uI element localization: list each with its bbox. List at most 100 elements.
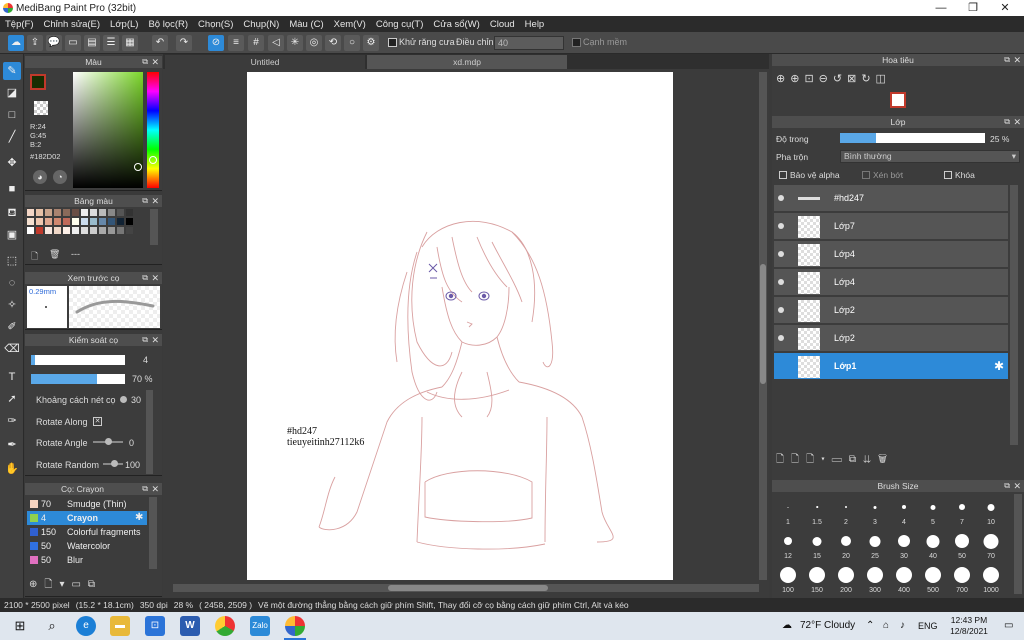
operation-tool-icon[interactable]: ➚ xyxy=(3,390,21,408)
close-button[interactable]: ✕ xyxy=(990,0,1020,16)
brush-menu-icon[interactable]: ▾ xyxy=(59,579,71,590)
palette-swatch[interactable] xyxy=(108,209,115,216)
layer-menu-icon[interactable]: ▾ xyxy=(821,454,832,465)
float-icon[interactable]: ⧉ xyxy=(142,195,148,207)
list-icon[interactable]: ☰ xyxy=(103,35,119,51)
float-icon[interactable]: ⧉ xyxy=(142,56,148,68)
medibang-taskbar-icon[interactable] xyxy=(285,616,305,636)
language-indicator[interactable]: ENG xyxy=(918,612,938,640)
clipping-checkbox[interactable] xyxy=(862,171,870,179)
duplicate-icon[interactable]: ⧉ xyxy=(88,579,102,590)
tab-untitled[interactable]: Untitled xyxy=(165,55,365,69)
palette-icon[interactable]: ◔ xyxy=(53,170,67,184)
brush-size-option[interactable]: 3 xyxy=(861,496,889,526)
search-icon[interactable]: ⌕ xyxy=(42,616,62,636)
flip-icon[interactable]: ◫ xyxy=(876,73,891,85)
palette-swatch[interactable] xyxy=(54,227,61,234)
color-picker-handle[interactable] xyxy=(134,163,142,171)
brush-size-option[interactable]: 200 xyxy=(832,564,860,594)
folder-icon[interactable]: ▭ xyxy=(71,579,87,590)
palette-swatch[interactable] xyxy=(36,227,43,234)
merge-down-icon[interactable]: ⇊ xyxy=(863,454,878,465)
notification-icon[interactable]: ▭ xyxy=(1004,612,1013,640)
settings-icon[interactable]: ⚙ xyxy=(363,35,379,51)
gradient-tool-icon[interactable]: ▣ xyxy=(3,226,21,244)
drawing-canvas[interactable]: #hd247 tieuyeitinh27112k6 xyxy=(247,72,673,580)
layer-row[interactable]: Lớp4 xyxy=(774,269,1008,296)
curve-snap-icon[interactable]: ⟲ xyxy=(325,35,341,51)
palette-swatch[interactable] xyxy=(63,209,70,216)
correction-dropdown[interactable]: 40 xyxy=(494,36,564,50)
layer-row[interactable]: Lớp4 xyxy=(774,241,1008,268)
eye-icon[interactable] xyxy=(778,251,784,257)
upload-icon[interactable]: ⇪ xyxy=(27,35,43,51)
menu-edit[interactable]: Chỉnh sửa(E) xyxy=(39,19,106,30)
brush-size-option[interactable]: 25 xyxy=(861,530,889,560)
float-icon[interactable]: ⧉ xyxy=(142,483,148,495)
rotate-left-icon[interactable]: ↺ xyxy=(833,73,847,85)
trash-icon[interactable]: 🗑 xyxy=(878,454,894,465)
parallel-snap-icon[interactable]: ≡ xyxy=(228,35,244,51)
grid-icon[interactable]: ▦ xyxy=(122,35,138,51)
zoom-out-icon[interactable]: ⊖ xyxy=(819,73,833,85)
secondary-color-swatch[interactable] xyxy=(34,101,48,115)
palette-swatch[interactable] xyxy=(45,227,52,234)
brush-item-smudge[interactable]: 70 Smudge (Thin) xyxy=(27,497,147,511)
pen-tool-icon[interactable]: ✒ xyxy=(3,436,21,454)
eye-icon[interactable] xyxy=(778,307,784,313)
palette-swatch[interactable] xyxy=(27,209,34,216)
radial-snap-icon[interactable]: ✳ xyxy=(287,35,303,51)
fill-shape-icon[interactable]: ■ xyxy=(3,180,21,198)
brush-size-option[interactable]: 2 xyxy=(832,496,860,526)
undo-icon[interactable]: ↶ xyxy=(152,35,168,51)
eye-icon[interactable] xyxy=(778,335,784,341)
menu-tools[interactable]: Công cụ(T) xyxy=(371,19,429,30)
brush-control-scrollbar[interactable] xyxy=(146,390,153,474)
zoom-icon[interactable]: ⊕ xyxy=(776,73,790,85)
duplicate-layer-icon[interactable]: ⧉ xyxy=(849,454,863,465)
spacing-slider-handle[interactable] xyxy=(120,396,127,403)
palette-swatch[interactable] xyxy=(108,218,115,225)
palette-swatch[interactable] xyxy=(45,209,52,216)
new-layer-icon[interactable]: 🗋 xyxy=(776,454,791,465)
layer-row-selected[interactable]: Lớp1 ✱ xyxy=(774,353,1008,380)
primary-color-swatch[interactable] xyxy=(30,74,46,90)
circle-snap-icon[interactable]: ○ xyxy=(344,35,360,51)
brush-size-option[interactable]: 7 xyxy=(948,496,976,526)
brush-size-scrollbar[interactable] xyxy=(1014,494,1022,594)
brush-size-option[interactable]: 700 xyxy=(948,564,976,594)
palette-swatch[interactable] xyxy=(81,209,88,216)
menu-help[interactable]: Help xyxy=(520,19,550,30)
close-icon[interactable]: ✕ xyxy=(1013,480,1021,492)
chevron-up-icon[interactable]: ⌃ xyxy=(866,612,874,640)
canvas-horizontal-scrollbar[interactable] xyxy=(173,584,759,592)
brush-size-option[interactable]: 30 xyxy=(890,530,918,560)
brush-size-option[interactable]: 40 xyxy=(919,530,947,560)
snap-off-icon[interactable]: ⊘ xyxy=(208,35,224,51)
color-wheel-icon[interactable]: ◕ xyxy=(33,170,47,184)
eye-icon[interactable] xyxy=(778,223,784,229)
brush-tool-icon[interactable]: ✎ xyxy=(3,62,21,80)
menu-view[interactable]: Xem(V) xyxy=(329,19,371,30)
brush-size-option[interactable]: 15 xyxy=(803,530,831,560)
eraser-tool-icon[interactable]: ◪ xyxy=(3,84,21,102)
close-icon[interactable]: ✕ xyxy=(151,56,159,68)
redo-icon[interactable]: ↷ xyxy=(176,35,192,51)
brush-size-slider[interactable] xyxy=(31,355,125,365)
menu-layer[interactable]: Lớp(L) xyxy=(105,19,143,30)
layer-scrollbar[interactable] xyxy=(1010,185,1018,445)
palette-swatch[interactable] xyxy=(81,227,88,234)
menu-window[interactable]: Cửa sổ(W) xyxy=(428,19,484,30)
close-icon[interactable]: ✕ xyxy=(151,483,159,495)
menu-file[interactable]: Tệp(F) xyxy=(0,19,39,30)
brush-size-option[interactable]: 20 xyxy=(832,530,860,560)
select-eraser-icon[interactable]: ⌫ xyxy=(3,340,21,358)
anti-alias-checkbox[interactable] xyxy=(388,38,397,47)
brush-size-option[interactable]: 400 xyxy=(890,564,918,594)
new-palette-icon[interactable]: 🗋 xyxy=(31,249,38,265)
soft-edge-checkbox[interactable] xyxy=(572,38,581,47)
float-icon[interactable]: ⧉ xyxy=(1004,116,1010,128)
palette-swatch[interactable] xyxy=(126,227,133,234)
palette-swatch[interactable] xyxy=(90,218,97,225)
vertical-scroll-thumb[interactable] xyxy=(760,264,766,384)
